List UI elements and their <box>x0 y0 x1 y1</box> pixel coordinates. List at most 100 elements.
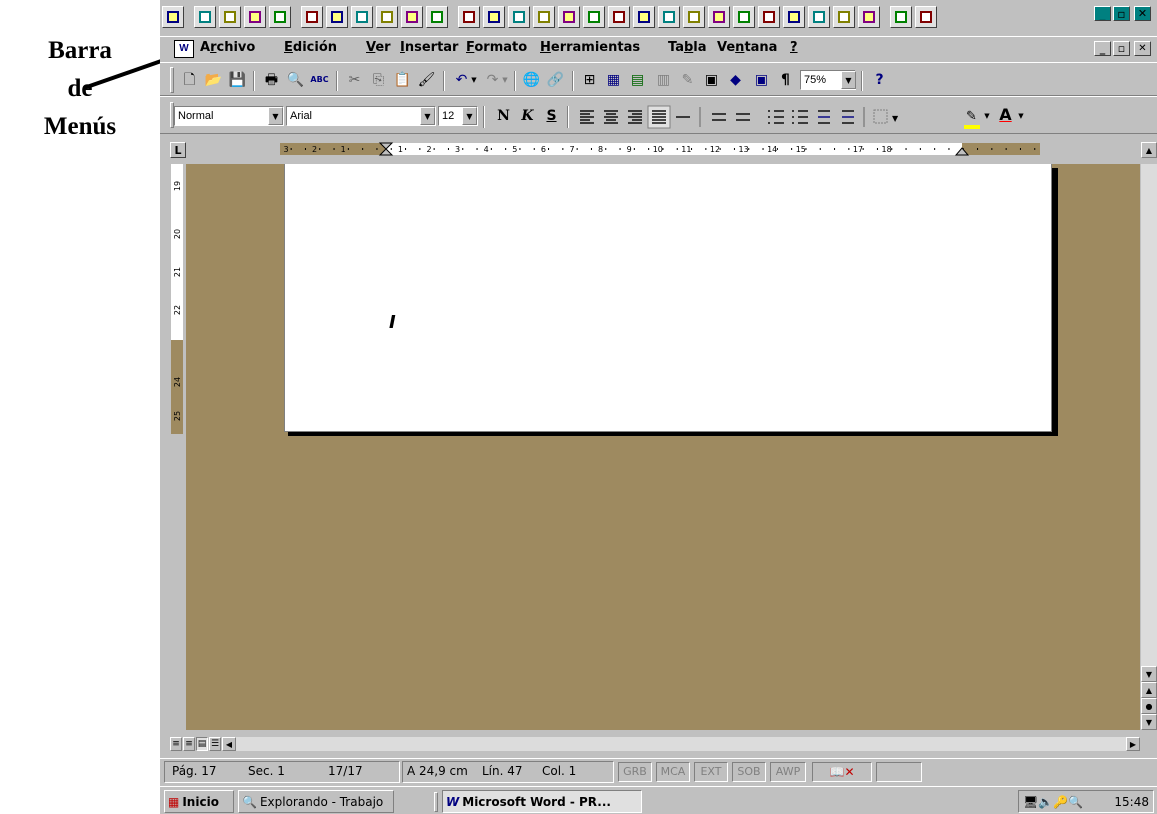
toolbar-doc-icon[interactable] <box>269 6 291 28</box>
font-color-icon[interactable]: A <box>994 104 1017 126</box>
insert-excel-icon[interactable]: ▤ <box>626 69 649 91</box>
toolbar-doc-icon[interactable] <box>858 6 880 28</box>
toolbar-doc-icon[interactable] <box>658 6 680 28</box>
normal-view-icon[interactable]: ≡ <box>170 737 182 751</box>
status-sob[interactable]: SOB <box>732 762 766 782</box>
menu-item-2[interactable]: Ver <box>366 40 391 56</box>
toolbar-doc-icon[interactable] <box>708 6 730 28</box>
menu-item-4[interactable]: Formato <box>466 40 527 56</box>
select-browse-object-icon[interactable]: ● <box>1141 698 1157 714</box>
toolbar-doc-icon[interactable] <box>508 6 530 28</box>
tray-icons[interactable]: 🖥🔈🔑🔍 <box>1023 795 1083 809</box>
paint-icon[interactable]: ◆ <box>724 69 747 91</box>
insert-table-icon[interactable]: ▦ <box>602 69 625 91</box>
toolbar-doc-icon[interactable] <box>833 6 855 28</box>
word-icon[interactable] <box>162 6 184 28</box>
tables-borders-icon[interactable]: ⊞ <box>578 69 601 91</box>
spelling-icon[interactable]: ABC <box>308 69 331 91</box>
toolbar-doc-icon[interactable] <box>219 6 241 28</box>
office-close-button[interactable]: ✕ <box>1134 6 1151 21</box>
undo-dropdown-icon[interactable]: ▼ <box>469 69 479 91</box>
underline-button[interactable]: S <box>540 105 563 127</box>
columns-icon[interactable]: ▥ <box>652 69 675 91</box>
tab-selector[interactable]: L <box>170 142 186 158</box>
doc-maximize-button[interactable]: ▫ <box>1113 41 1130 56</box>
outline-view-icon[interactable]: ☰ <box>209 737 221 751</box>
excel-icon[interactable] <box>326 6 348 28</box>
cut-icon[interactable]: ✂ <box>343 69 366 91</box>
toolbar-doc-icon[interactable] <box>915 6 937 28</box>
app-icon[interactable] <box>458 6 480 28</box>
status-ext[interactable]: EXT <box>694 762 728 782</box>
toolbar-doc-icon[interactable] <box>533 6 555 28</box>
print-preview-icon[interactable]: 🔍 <box>284 69 307 91</box>
key-icon[interactable] <box>401 6 423 28</box>
paste-icon[interactable]: 📋 <box>391 69 414 91</box>
menu-item-3[interactable]: Insertar <box>400 40 458 56</box>
menu-item-8[interactable]: ? <box>790 40 798 56</box>
toolbar-doc-icon[interactable] <box>783 6 805 28</box>
next-page-icon[interactable]: ▼ <box>1141 714 1157 730</box>
zoom-dropdown-icon[interactable]: ▼ <box>841 71 856 89</box>
size-dropdown-icon[interactable]: ▼ <box>462 107 477 125</box>
doc-minimize-button[interactable]: _ <box>1094 41 1111 56</box>
previous-page-icon[interactable]: ▲ <box>1141 682 1157 698</box>
toolbar-doc-icon[interactable] <box>808 6 830 28</box>
vertical-ruler-scale[interactable]: 19 20 21 22 24 25 <box>168 164 186 434</box>
web-toolbar-icon[interactable]: 🌐 <box>520 69 543 91</box>
document-icon[interactable]: W <box>174 40 194 58</box>
menu-item-1[interactable]: Edición <box>284 40 337 56</box>
menu-item-6[interactable]: Tabla <box>668 40 707 56</box>
style-dropdown-icon[interactable]: ▼ <box>268 107 283 125</box>
highlight-icon[interactable]: ✎ <box>960 105 983 127</box>
office-minimize-button[interactable]: _ <box>1094 6 1111 21</box>
toolbar-doc-icon[interactable] <box>244 6 266 28</box>
spelling-status-icon[interactable]: 📖 ✕ <box>812 762 872 782</box>
toolbar-doc-icon[interactable] <box>733 6 755 28</box>
start-button[interactable]: ▦ Inicio <box>164 790 234 813</box>
open-icon[interactable]: 📂 <box>202 69 225 91</box>
toolbar-doc-icon[interactable] <box>890 6 912 28</box>
scroll-left-button[interactable]: ◀ <box>222 737 236 751</box>
toolbar-doc-icon[interactable] <box>558 6 580 28</box>
toolbar-doc-icon[interactable] <box>608 6 630 28</box>
new-icon[interactable]: 🗋 <box>178 69 201 91</box>
scroll-up-button[interactable]: ▲ <box>1141 142 1157 158</box>
menu-item-0[interactable]: Archivo <box>200 40 255 56</box>
zoom-page-icon[interactable]: ▣ <box>750 69 773 91</box>
font-combo[interactable]: Arial <box>286 106 436 126</box>
menu-item-7[interactable]: Ventana <box>717 40 777 56</box>
toolbar-grip[interactable] <box>170 67 174 93</box>
document-map-icon[interactable]: ▣ <box>700 69 723 91</box>
toolbar-doc-icon[interactable] <box>483 6 505 28</box>
horizontal-scrollbar[interactable] <box>236 737 1126 751</box>
page-layout-icon[interactable]: ▤ <box>196 737 208 751</box>
status-mca[interactable]: MCA <box>656 762 690 782</box>
ruler-scale[interactable]: 3 2 1 1 2 3 4 5 6 7 8 9 10 11 12 13 14 15 17 18 <box>280 142 1040 162</box>
vertical-scrollbar[interactable] <box>1141 164 1157 730</box>
toolbar-doc-icon[interactable] <box>583 6 605 28</box>
copy-icon[interactable]: ⎘ <box>367 69 390 91</box>
status-awp[interactable]: AWP <box>770 762 806 782</box>
find-icon[interactable] <box>426 6 448 28</box>
office-maximize-button[interactable]: ▫ <box>1113 6 1130 21</box>
status-grb[interactable]: GRB <box>618 762 652 782</box>
access-icon[interactable] <box>376 6 398 28</box>
print-icon[interactable]: 🖶 <box>260 69 283 91</box>
toolbar-doc-icon[interactable] <box>758 6 780 28</box>
format-painter-icon[interactable]: 🖌 <box>415 69 438 91</box>
show-hide-icon[interactable]: ¶ <box>774 69 797 91</box>
doc-close-button[interactable]: ✕ <box>1134 41 1151 56</box>
powerpoint-icon[interactable] <box>351 6 373 28</box>
taskbar-button-word[interactable]: W Microsoft Word - PR... <box>442 790 642 813</box>
word-icon[interactable] <box>301 6 323 28</box>
scroll-down-button[interactable]: ▼ <box>1141 666 1157 682</box>
document-page[interactable] <box>284 164 1052 432</box>
redo-dropdown-icon[interactable]: ▼ <box>500 69 510 91</box>
hyperlink-icon[interactable]: 🔗 <box>544 69 567 91</box>
drawing-icon[interactable]: ✎ <box>676 69 699 91</box>
help-icon[interactable]: ? <box>868 69 891 91</box>
italic-button[interactable]: K <box>516 105 539 127</box>
menu-item-5[interactable]: Herramientas <box>540 40 640 56</box>
scroll-right-button[interactable]: ▶ <box>1126 737 1140 751</box>
